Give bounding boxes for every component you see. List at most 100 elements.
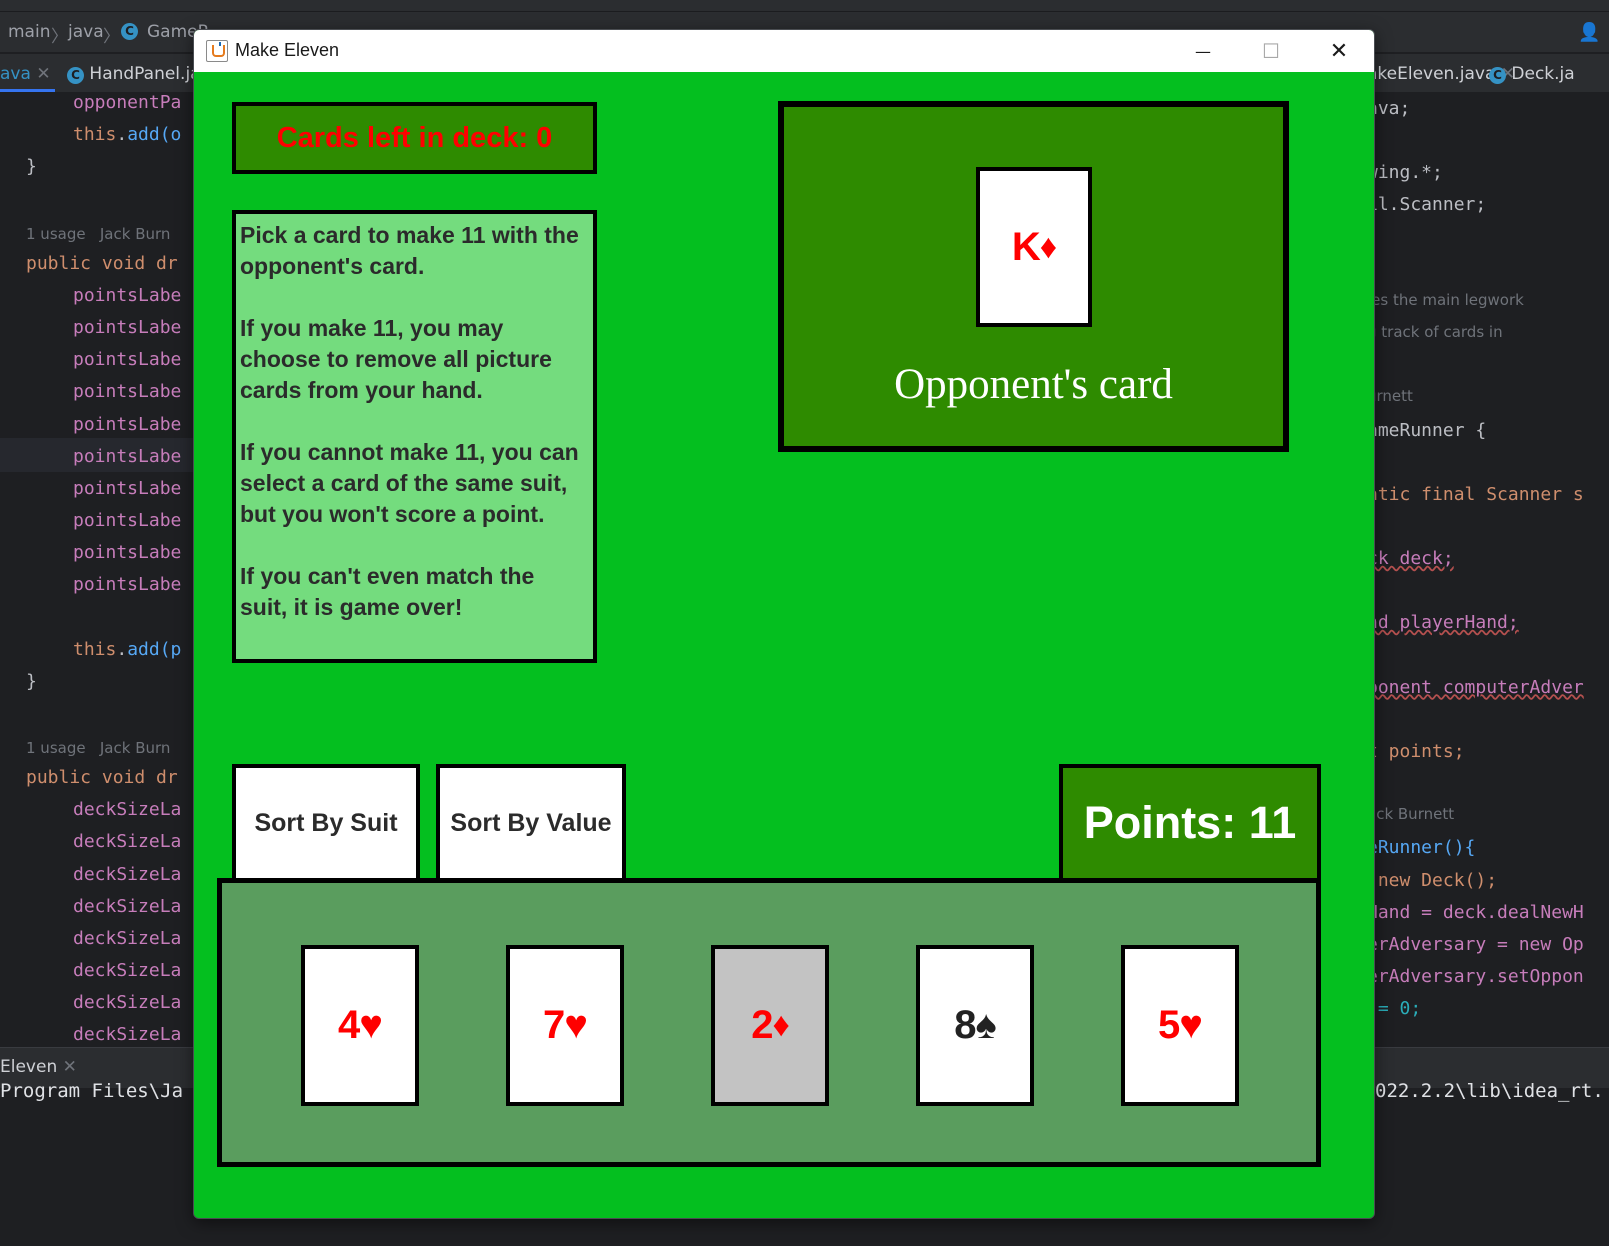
- code-line: t points;: [1371, 741, 1465, 762]
- card-rank: 2: [751, 1003, 773, 1047]
- code-line: pointsLabe: [73, 445, 182, 467]
- code-line: deckSizeLa: [73, 895, 182, 917]
- class-icon: C: [121, 23, 138, 40]
- code-line: ponent computerAdver: [1371, 676, 1584, 698]
- opponent-card-label: Opponent's card: [894, 361, 1173, 408]
- points-label: Points: 11: [1083, 797, 1297, 848]
- editor-tab[interactable]: C Deck.ja: [1489, 64, 1575, 84]
- code-line: }: [26, 156, 37, 178]
- hand-card-selected[interactable]: 2 ♦: [711, 945, 829, 1106]
- tab-label: akeEleven.java: [1367, 64, 1496, 84]
- code-line: pointsLabe: [73, 349, 182, 371]
- code-editor-right[interactable]: ava; wing.*; il.Scanner; les the main legwo…: [1371, 92, 1609, 1047]
- instruction-text: If you can't even match the suit, it is …: [240, 563, 535, 620]
- code-line: wing.*;: [1371, 162, 1443, 184]
- code-line: deckSizeLa: [73, 799, 182, 821]
- minimize-button[interactable]: —: [1169, 30, 1237, 72]
- breadcrumb-item[interactable]: main: [8, 22, 50, 42]
- hand-card[interactable]: 8 ♠: [916, 945, 1034, 1106]
- code-line: ava;: [1371, 98, 1411, 119]
- minimize-icon: —: [1195, 41, 1211, 61]
- close-button[interactable]: ✕: [1305, 30, 1373, 72]
- close-icon[interactable]: ✕: [63, 1057, 77, 1077]
- opponent-panel: K ♦ Opponent's card: [778, 101, 1289, 452]
- class-icon: C: [1489, 67, 1506, 84]
- comment-line: g track of cards in: [1371, 323, 1503, 342]
- code-line: erAdversary = new Op: [1371, 933, 1584, 955]
- comment-line: ack Burnett: [1371, 805, 1455, 824]
- code-line: ameRunner {: [1371, 419, 1487, 441]
- code-line: eRunner(){: [1371, 837, 1476, 859]
- title-bar[interactable]: Make Eleven — ☐ ✕: [194, 30, 1374, 73]
- deck-count-label: Cards left in deck: 0: [276, 121, 553, 154]
- editor-tab[interactable]: ava ✕: [0, 64, 51, 84]
- code-line: pointsLabe: [73, 509, 182, 531]
- code-line: pointsLabe: [73, 542, 182, 564]
- card-rank: 8: [954, 1003, 976, 1047]
- breadcrumb-item[interactable]: java: [68, 22, 104, 42]
- class-icon: C: [67, 67, 84, 84]
- heart-suit-icon: ♥: [564, 1003, 588, 1047]
- code-line: pointsLabe: [73, 381, 182, 403]
- breadcrumb-separator-icon: 〉: [103, 27, 120, 47]
- editor-tabs-left: ava ✕ C HandPanel.ja: [0, 54, 201, 92]
- comment-line: les the main legwork: [1371, 290, 1524, 309]
- points-panel: Points: 11: [1059, 764, 1321, 882]
- maximize-button[interactable]: ☐: [1237, 30, 1305, 72]
- console-line: 022.2.2\lib\idea_rt.: [1375, 1080, 1604, 1102]
- code-line: deckSizeLa: [73, 831, 182, 853]
- code-line: deckSizeLa: [73, 863, 182, 885]
- code-line: public void dr: [26, 252, 178, 274]
- card-rank: 5: [1158, 1003, 1180, 1047]
- opponent-card: K ♦: [976, 167, 1092, 327]
- maximize-icon: ☐: [1262, 39, 1280, 63]
- tab-label: HandPanel.ja: [89, 64, 201, 84]
- card-rank: 4: [338, 1003, 360, 1047]
- code-line: deckSizeLa: [73, 960, 182, 982]
- code-line: deckSizeLa: [73, 1024, 182, 1046]
- player-hand-panel: 4 ♥ 7 ♥ 2 ♦ 8 ♠ 5 ♥: [217, 878, 1321, 1167]
- ide-top-bar: [0, 0, 1609, 12]
- card-rank: 7: [543, 1003, 565, 1047]
- game-board: Cards left in deck: 0 Pick a card to mak…: [194, 72, 1374, 1218]
- console-line: Program Files\Ja: [0, 1080, 184, 1102]
- code-line: Hand = deck.dealNewH: [1371, 901, 1584, 923]
- close-icon[interactable]: ✕: [36, 64, 50, 84]
- sort-by-value-button[interactable]: Sort By Value: [436, 764, 626, 882]
- usage-hint: 1 usage Jack Burn: [26, 739, 171, 757]
- code-line: pointsLabe: [73, 284, 182, 306]
- code-line: = 0;: [1371, 998, 1422, 1020]
- code-line: public void dr: [26, 767, 178, 789]
- user-icon[interactable]: 👤: [1578, 22, 1600, 43]
- code-line: il.Scanner;: [1371, 194, 1487, 216]
- hand-card[interactable]: 7 ♥: [506, 945, 624, 1106]
- diamond-suit-icon: ♦: [772, 1006, 789, 1044]
- code-line: new Deck();: [1371, 869, 1498, 891]
- code-line: pointsLabe: [73, 413, 182, 435]
- tab-label: ava: [0, 64, 31, 84]
- code-line: deckSizeLa: [73, 927, 182, 949]
- usage-hint: 1 usage Jack Burn: [26, 224, 171, 243]
- code-line: nd playerHand;: [1371, 612, 1519, 634]
- code-line: ck deck;: [1371, 548, 1454, 570]
- hand-card[interactable]: 5 ♥: [1121, 945, 1239, 1106]
- instruction-text: If you make 11, you may choose to remove…: [240, 315, 552, 403]
- spade-suit-icon: ♠: [975, 1003, 997, 1047]
- make-eleven-window: Make Eleven — ☐ ✕ Cards left in deck: 0 …: [193, 29, 1375, 1219]
- comment-line: urnett: [1371, 387, 1413, 406]
- heart-suit-icon: ♥: [1179, 1003, 1203, 1047]
- run-tab-label: Eleven: [0, 1057, 58, 1077]
- code-line: this.add(o: [73, 124, 182, 146]
- code-line: }: [26, 670, 37, 692]
- close-icon: ✕: [1329, 38, 1349, 64]
- code-line: erAdversary.setOppon: [1371, 966, 1584, 988]
- editor-tab[interactable]: C HandPanel.ja: [67, 64, 201, 84]
- run-tab[interactable]: Eleven ✕: [0, 1057, 77, 1077]
- instruction-text: If you cannot make 11, you can select a …: [240, 439, 579, 527]
- code-editor-left[interactable]: opponentPa this.add(o} 1 usage Jack Burn pu…: [0, 92, 195, 1047]
- code-line: pointsLabe: [73, 317, 182, 339]
- window-title: Make Eleven: [235, 40, 340, 60]
- hand-card[interactable]: 4 ♥: [301, 945, 419, 1106]
- sort-by-suit-button[interactable]: Sort By Suit: [232, 764, 420, 882]
- tab-label: Deck.ja: [1511, 64, 1575, 84]
